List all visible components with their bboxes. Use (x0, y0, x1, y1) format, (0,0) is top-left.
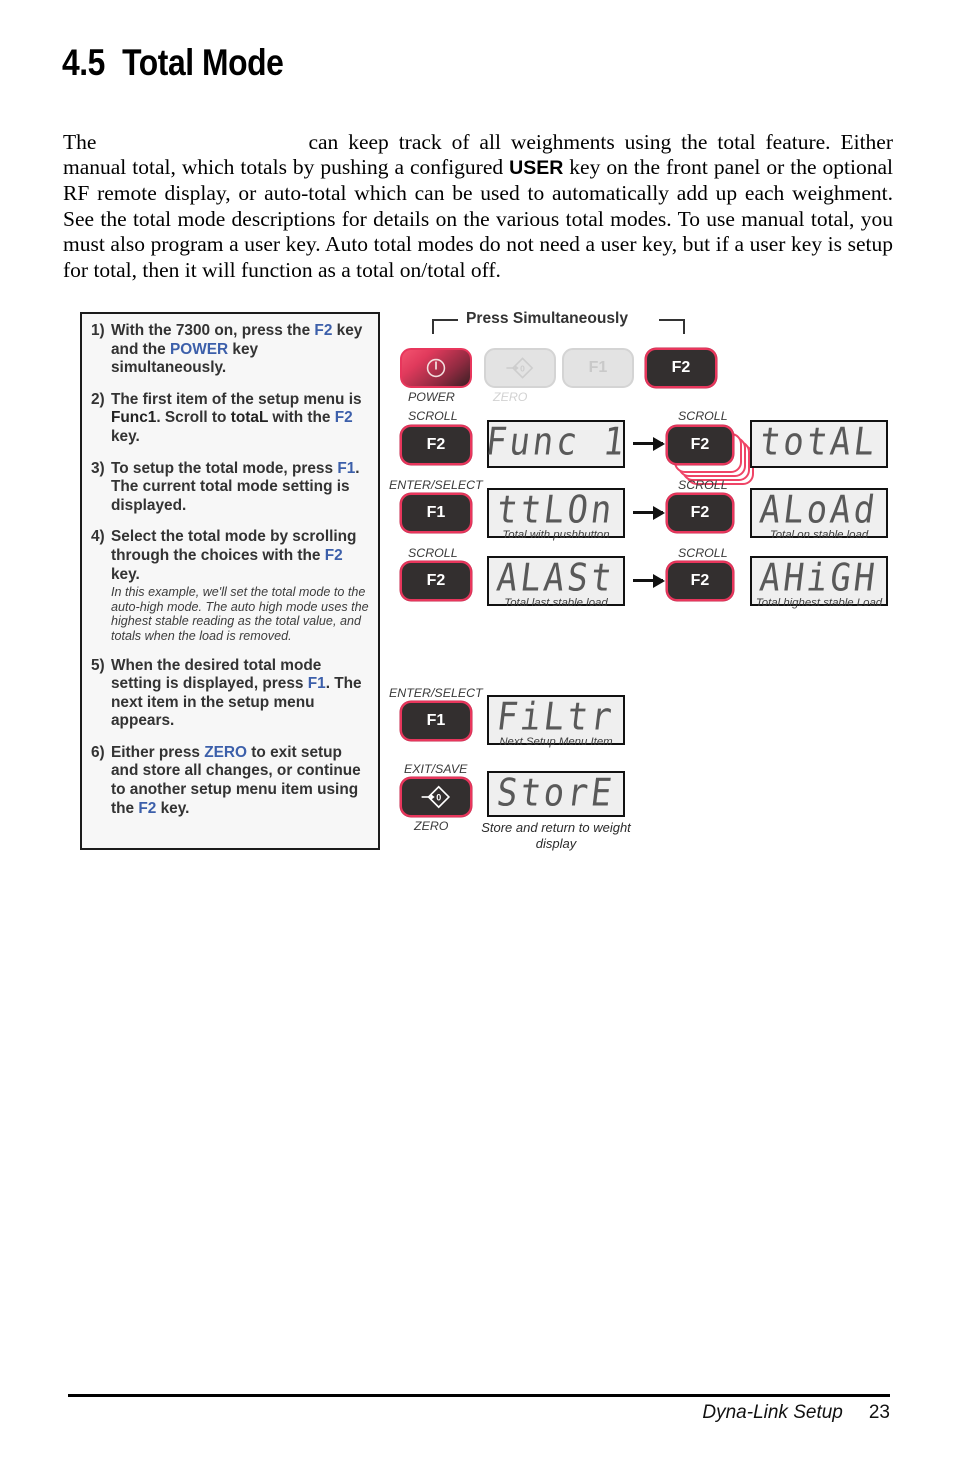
row2-left-key-function: ENTER/SELECT (389, 478, 483, 492)
row1-left-display-text: Func 1 (482, 419, 630, 465)
row3-left-display: ALASt Total last stable load (487, 555, 625, 609)
row2-left-display-text: ttLOn (494, 487, 618, 533)
row1-arrow (633, 436, 665, 451)
zero-button-inactive[interactable]: 0 (484, 348, 556, 388)
row1-right-display: totAL (750, 420, 888, 468)
row3-right-key-function: SCROLL (678, 546, 728, 560)
svg-text:0: 0 (520, 363, 525, 373)
row1-right-display-text: totAL (757, 419, 881, 465)
row3-left-display-text: ALASt (494, 555, 618, 601)
row2-arrow (633, 505, 665, 520)
store-display-text: StorE (494, 770, 618, 816)
store-key-label: ZERO (414, 819, 449, 833)
row1-left-display: Func 1 (483, 420, 629, 468)
zero-diamond-icon: 0 (421, 785, 451, 809)
row1-left-key-function: SCROLL (408, 409, 458, 423)
filtr-key-function: ENTER/SELECT (389, 686, 483, 700)
page-number: 23 (868, 1402, 890, 1423)
power-button[interactable] (400, 348, 472, 388)
power-icon (426, 358, 446, 378)
row3-right-display: AHiGH Total highest stable Load (750, 555, 888, 609)
row3-left-key-function: SCROLL (408, 546, 458, 560)
filtr-key[interactable]: F1 (400, 701, 472, 741)
store-display: StorE (487, 771, 625, 817)
row3-right-display-text: AHiGH (757, 555, 881, 601)
row3-arrow (633, 573, 665, 588)
store-display-caption: Store and return to weight display (481, 820, 631, 851)
footer-title: Dyna-Link Setup (702, 1402, 843, 1423)
keypad-flow-diagram: Press Simultaneously POWER 0 ZERO F1 F2 … (0, 0, 954, 900)
row2-right-key[interactable]: F2 (666, 493, 734, 533)
footer-divider (68, 1394, 890, 1397)
row3-left-key[interactable]: F2 (400, 561, 472, 601)
row1-left-key[interactable]: F2 (400, 425, 472, 465)
zero-button-label-inactive: ZERO (493, 390, 528, 404)
document-page: 4.5 Total Mode The can keep track of all w… (0, 0, 954, 1475)
store-key-function: EXIT/SAVE (404, 762, 468, 776)
row2-right-display-text: ALoAd (757, 487, 881, 533)
row2-left-display: ttLOn Total with pushbutton (487, 487, 625, 541)
bracket-left (432, 319, 458, 334)
filtr-display-text: FiLtr (494, 694, 618, 740)
f1-button-inactive[interactable]: F1 (562, 348, 634, 388)
svg-text:0: 0 (436, 793, 441, 803)
footer: Dyna-Link Setup 23 (702, 1402, 890, 1424)
row3-right-key[interactable]: F2 (666, 561, 734, 601)
row1-right-key-function: SCROLL (678, 409, 728, 423)
row2-right-key-function: SCROLL (678, 478, 728, 492)
store-key[interactable]: 0 (400, 777, 472, 817)
press-simultaneously-label: Press Simultaneously (466, 310, 629, 327)
f2-button-active[interactable]: F2 (645, 348, 717, 388)
row2-right-display: ALoAd Total on stable load (750, 487, 888, 541)
filtr-display: FiLtr Next Setup Menu Item (487, 694, 625, 748)
row2-left-key[interactable]: F1 (400, 493, 472, 533)
zero-diamond-icon: 0 (506, 357, 534, 379)
row1-right-key[interactable]: F2 (666, 425, 734, 465)
bracket-right (659, 319, 685, 334)
power-button-label: POWER (408, 390, 455, 404)
